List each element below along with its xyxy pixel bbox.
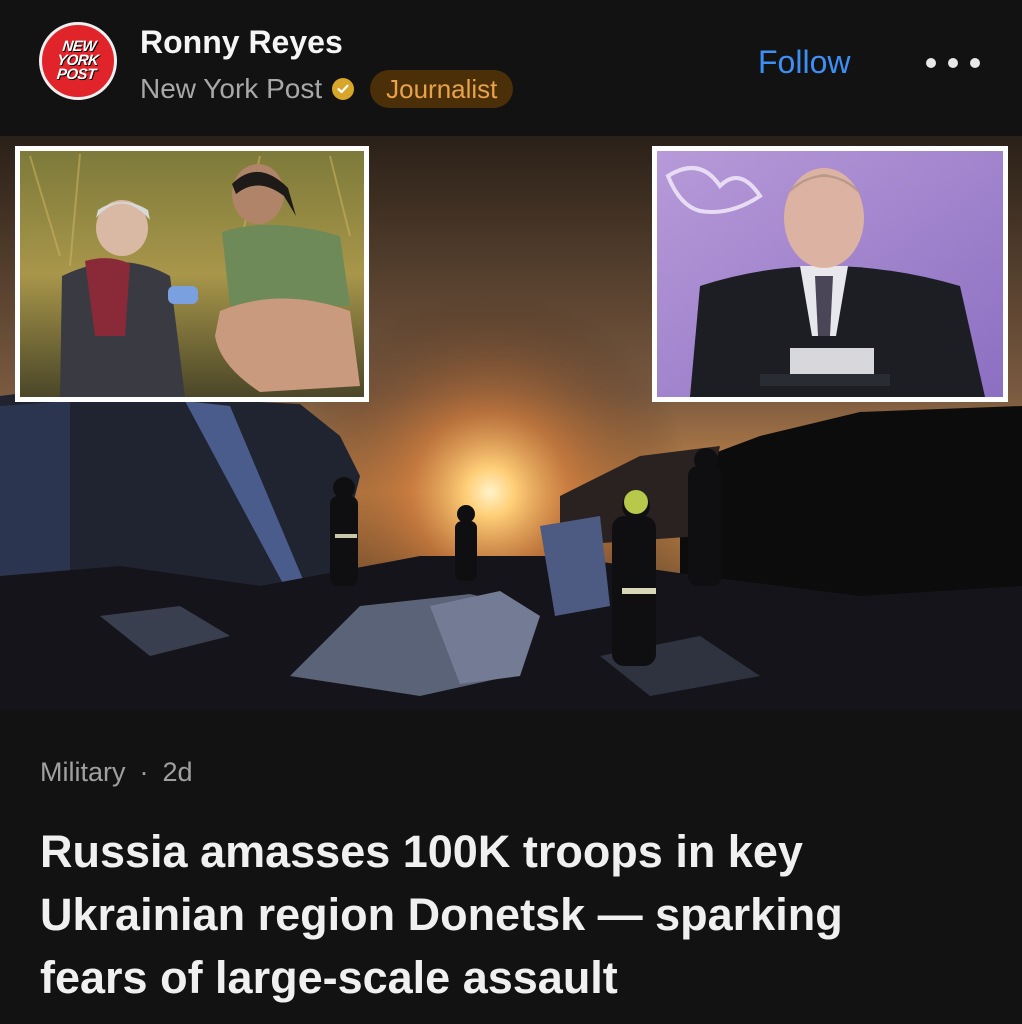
author-name[interactable]: Ronny Reyes [140,24,343,61]
category-label[interactable]: Military [40,757,126,788]
follow-button[interactable]: Follow [758,44,850,81]
more-options-icon[interactable] [926,48,980,78]
more-dot [948,58,958,68]
publication-logo[interactable]: NEW YORK POST [39,22,117,100]
publication-row: New York Post Journalist [140,70,514,108]
verified-check-icon [332,78,355,100]
post-header: NEW YORK POST Ronny Reyes New York Post … [0,0,1022,136]
more-dot [970,58,980,68]
logo-wordmark: NEW YORK POST [56,38,100,83]
journalist-badge: Journalist [370,70,514,108]
post-meta: Military · 2d [40,754,193,790]
publication-name[interactable]: New York Post [140,73,322,105]
article-headline[interactable]: Russia amasses 100K troops in key Ukrain… [40,820,940,1009]
meta-separator: · [139,756,149,787]
post-age: 2d [162,756,193,787]
article-hero-image[interactable] [0,136,1022,710]
more-dot [926,58,936,68]
hero-photo-composite [0,136,1022,710]
